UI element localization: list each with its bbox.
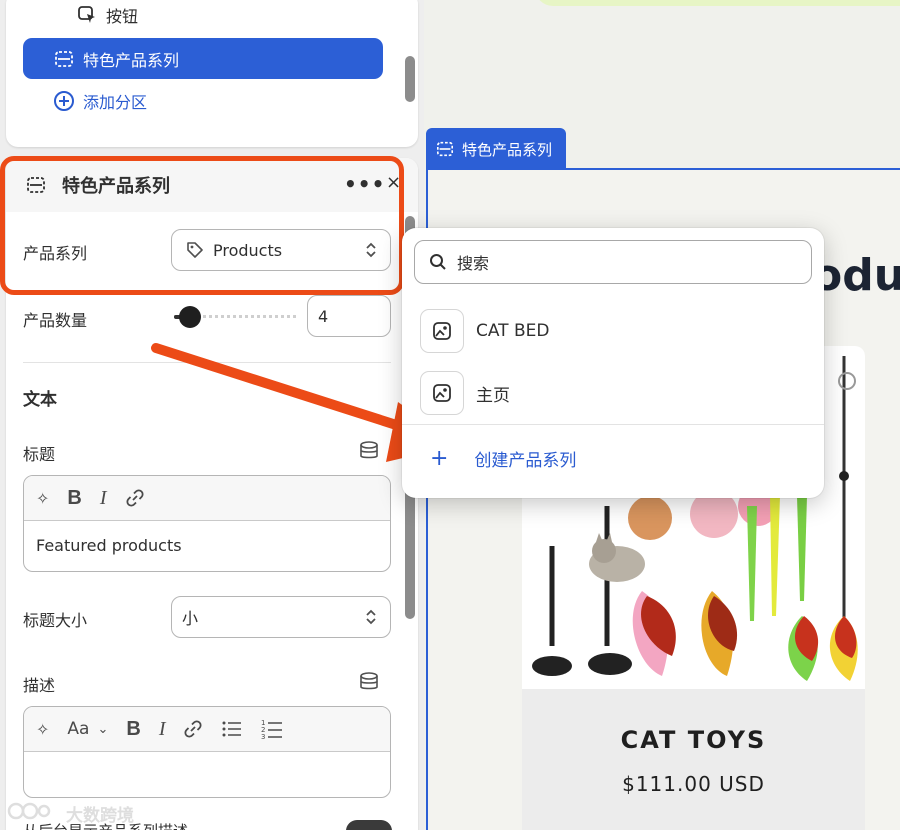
tree-item-button-label: 按钮 — [106, 7, 139, 26]
announcement-bar — [535, 0, 900, 6]
heading-editor[interactable]: ✧ B I Featured products — [23, 475, 391, 572]
plus-circle-icon — [53, 90, 75, 112]
watermark: 大数跨境 — [6, 800, 134, 827]
slider-thumb[interactable] — [179, 306, 201, 328]
tree-item-featured-collection[interactable]: 特色产品系列 — [23, 38, 383, 79]
watermark-logo-icon — [6, 800, 62, 827]
popover-search-input[interactable]: 搜索 — [414, 240, 812, 284]
svg-text:3: 3 — [261, 733, 265, 740]
heading-size-label: 标题大小 — [23, 611, 88, 630]
chevron-up-down-icon — [364, 607, 378, 631]
bullet-list-icon[interactable] — [221, 714, 243, 744]
tree-item-featured-collection-label: 特色产品系列 — [83, 50, 180, 70]
chevron-down-icon[interactable]: ⌄ — [97, 714, 108, 744]
plus-icon: + — [430, 446, 449, 471]
popover-search-placeholder: 搜索 — [457, 254, 490, 273]
preview-section-tab-label: 特色产品系列 — [462, 140, 553, 159]
popover-divider — [402, 424, 824, 425]
ai-sparkle-icon[interactable]: ✧ — [36, 483, 49, 513]
bold-icon[interactable]: B — [67, 483, 81, 513]
collection-option-label: 主页 — [476, 385, 510, 406]
tree-item-button[interactable]: 按钮 — [76, 3, 138, 27]
description-text[interactable] — [24, 752, 390, 776]
numbered-list-icon[interactable]: 123 — [261, 714, 283, 744]
section-icon — [436, 140, 454, 158]
ai-sparkle-icon[interactable]: ✧ — [36, 714, 49, 744]
dynamic-source-icon[interactable] — [358, 672, 380, 696]
search-icon — [429, 253, 447, 271]
heading-size-value: 小 — [182, 609, 199, 628]
link-icon[interactable] — [125, 483, 145, 513]
product-count-label: 产品数量 — [23, 311, 88, 330]
heading-text[interactable]: Featured products — [24, 521, 390, 570]
text-style-button[interactable]: Aa — [67, 714, 89, 744]
description-label: 描述 — [23, 676, 56, 695]
create-collection-label: 创建产品系列 — [474, 451, 577, 471]
image-placeholder-icon — [420, 371, 464, 415]
bold-icon[interactable]: B — [126, 714, 140, 744]
description-toolbar: ✧ Aa ⌄ B I 123 — [24, 707, 390, 752]
product-price: $111.00 USD — [622, 772, 765, 796]
collection-picker-popover: 搜索 CAT BED 主页 + 创建产品系列 — [402, 228, 824, 498]
annotation-highlight-box — [0, 156, 404, 295]
collection-option-label: CAT BED — [476, 321, 550, 341]
add-section-label: 添加分区 — [83, 93, 148, 112]
image-placeholder-icon — [420, 309, 464, 353]
preview-section-tab[interactable]: 特色产品系列 — [426, 128, 566, 170]
product-count-slider[interactable] — [174, 306, 296, 328]
show-description-toggle[interactable] — [346, 820, 392, 830]
italic-icon[interactable]: I — [159, 714, 166, 744]
heading-toolbar: ✧ B I — [24, 476, 390, 521]
watermark-text: 大数跨境 — [66, 806, 134, 826]
text-section-title: 文本 — [23, 390, 57, 410]
italic-icon[interactable]: I — [100, 483, 107, 513]
heading-size-select[interactable]: 小 — [171, 596, 391, 638]
heading-label: 标题 — [23, 445, 56, 464]
description-editor[interactable]: ✧ Aa ⌄ B I 123 — [23, 706, 391, 798]
collection-option[interactable]: CAT BED — [420, 309, 549, 353]
create-collection-button[interactable]: + 创建产品系列 — [430, 446, 576, 471]
preview-section-heading: odu — [812, 250, 900, 301]
text-style-label: Aa — [67, 719, 90, 739]
section-icon — [53, 48, 75, 70]
product-count-value: 4 — [318, 306, 329, 326]
tree-scrollbar[interactable] — [405, 56, 415, 102]
cursor-click-icon — [76, 4, 98, 26]
link-icon[interactable] — [183, 714, 203, 744]
collection-option[interactable]: 主页 — [420, 371, 510, 415]
add-section-button[interactable]: 添加分区 — [53, 89, 147, 113]
product-title[interactable]: CAT TOYS — [522, 726, 865, 754]
